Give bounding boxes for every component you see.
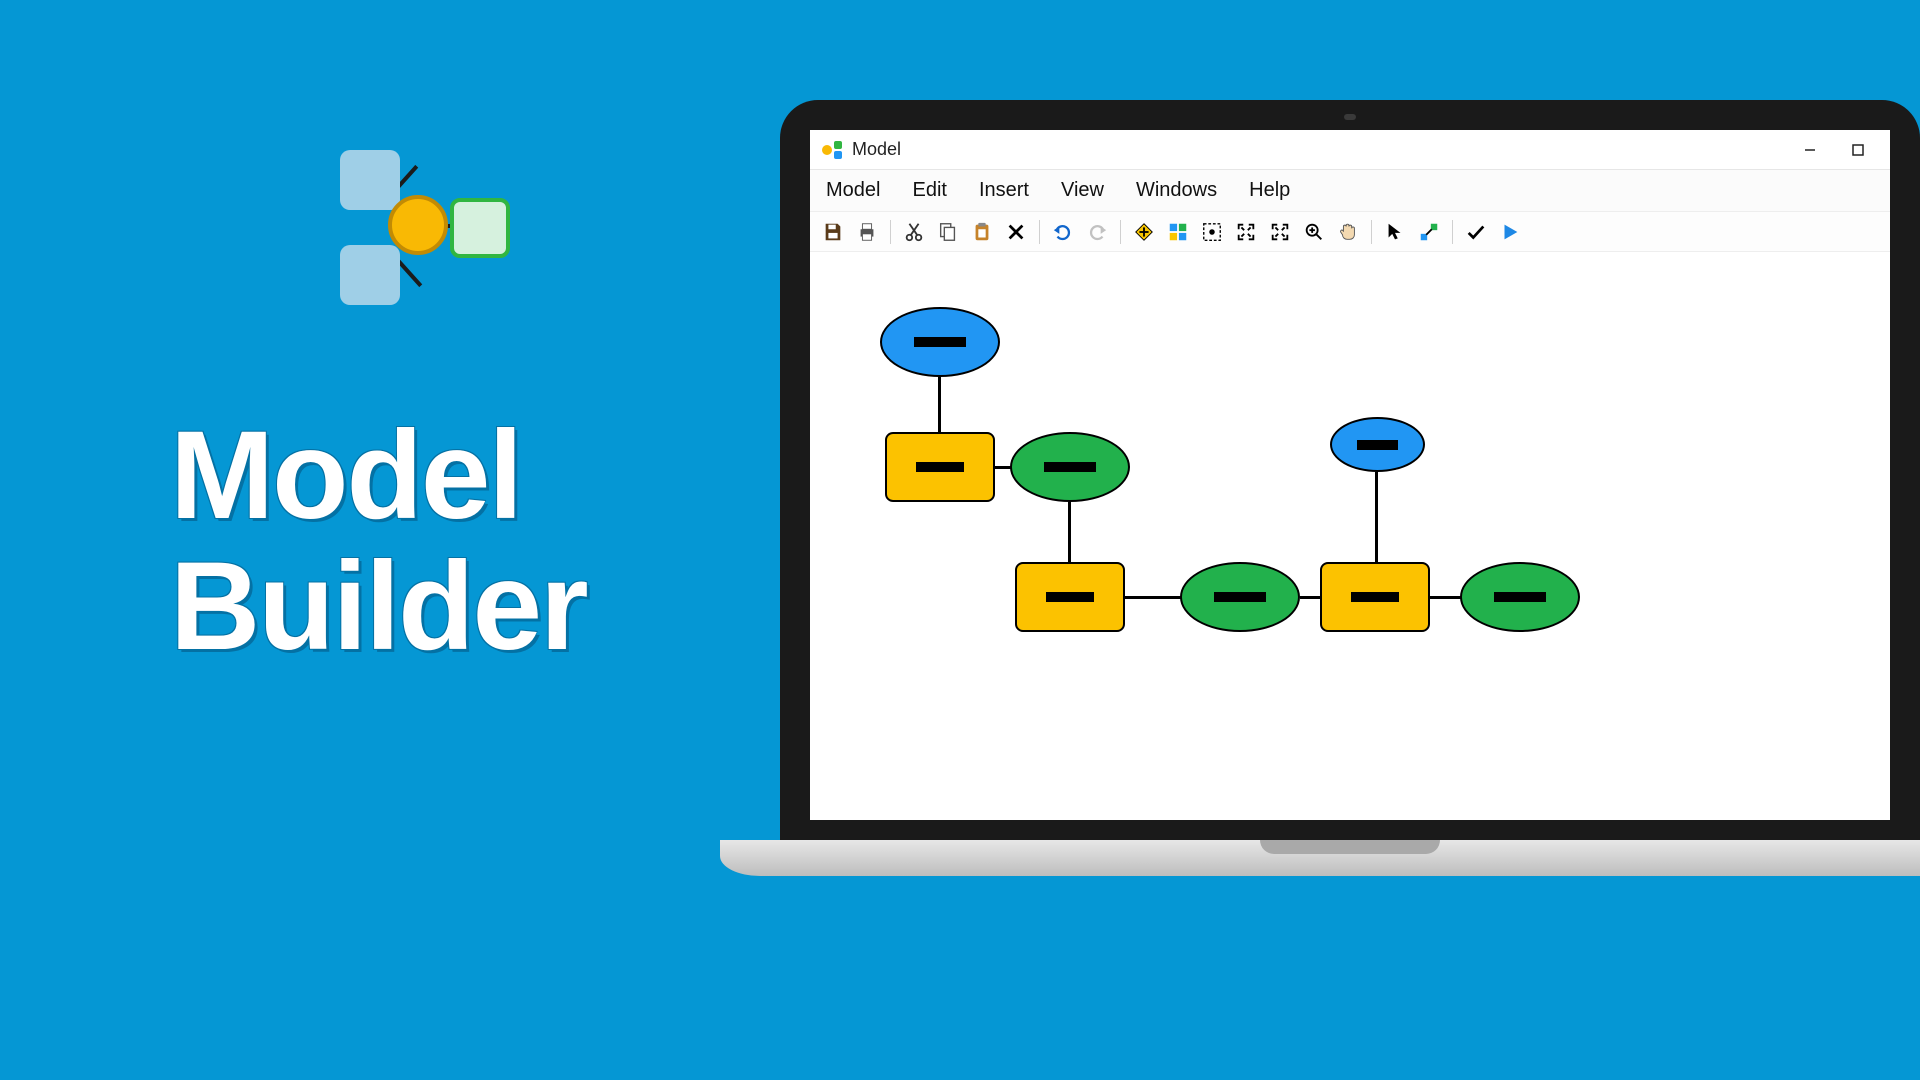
cut-button[interactable]: [899, 217, 929, 247]
undo-button[interactable]: [1048, 217, 1078, 247]
hero-title: Model Builder: [170, 410, 587, 673]
hero: Model Builder: [170, 150, 587, 673]
add-data-button[interactable]: [1129, 217, 1159, 247]
menubar: Model Edit Insert View Windows Help: [810, 170, 1890, 212]
node-label-placeholder: [1046, 592, 1094, 602]
node-label-placeholder: [916, 462, 964, 472]
node-label-placeholder: [1357, 440, 1398, 450]
node-label-placeholder: [914, 337, 966, 347]
zoom-full-button[interactable]: [1265, 217, 1295, 247]
menu-model[interactable]: Model: [826, 179, 880, 202]
node-rect-yellow[interactable]: [885, 432, 995, 502]
full-extent-button[interactable]: [1197, 217, 1227, 247]
laptop-mockup: Model Model Edit Insert View Windows Hel…: [780, 100, 1920, 876]
paste-button[interactable]: [967, 217, 997, 247]
edge[interactable]: [938, 377, 941, 432]
maximize-button[interactable]: [1834, 134, 1882, 166]
laptop-base: [720, 840, 1920, 876]
save-button[interactable]: [818, 217, 848, 247]
node-label-placeholder: [1214, 592, 1266, 602]
node-ellipse-blue[interactable]: [880, 307, 1000, 377]
menu-windows[interactable]: Windows: [1136, 179, 1217, 202]
node-label-placeholder: [1044, 462, 1096, 472]
edge[interactable]: [1068, 502, 1071, 562]
menu-view[interactable]: View: [1061, 179, 1104, 202]
titlebar: Model: [810, 130, 1890, 170]
edge[interactable]: [1125, 596, 1183, 599]
app-icon: [822, 139, 844, 161]
minimize-button[interactable]: [1786, 134, 1834, 166]
menu-edit[interactable]: Edit: [912, 179, 946, 202]
print-button[interactable]: [852, 217, 882, 247]
connect-tool-button[interactable]: [1414, 217, 1444, 247]
auto-layout-button[interactable]: [1163, 217, 1193, 247]
edge[interactable]: [1375, 472, 1378, 562]
node-rect-yellow[interactable]: [1015, 562, 1125, 632]
run-button[interactable]: [1495, 217, 1525, 247]
node-ellipse-blue[interactable]: [1330, 417, 1425, 472]
redo-button[interactable]: [1082, 217, 1112, 247]
window-title: Model: [852, 139, 901, 160]
select-tool-button[interactable]: [1380, 217, 1410, 247]
delete-button[interactable]: [1001, 217, 1031, 247]
model-canvas[interactable]: [810, 252, 1890, 820]
zoom-in-button[interactable]: [1299, 217, 1329, 247]
hero-title-line2: Builder: [170, 541, 587, 672]
node-label-placeholder: [1351, 592, 1399, 602]
hero-title-line1: Model: [170, 410, 587, 541]
node-label-placeholder: [1494, 592, 1546, 602]
zoom-to-selection-button[interactable]: [1231, 217, 1261, 247]
menu-insert[interactable]: Insert: [979, 179, 1029, 202]
edge[interactable]: [1430, 596, 1462, 599]
node-ellipse-green[interactable]: [1010, 432, 1130, 502]
application-window: Model Model Edit Insert View Windows Hel…: [810, 130, 1890, 820]
node-ellipse-green[interactable]: [1460, 562, 1580, 632]
toolbar: [810, 212, 1890, 252]
model-builder-logo-icon: [340, 150, 560, 350]
node-ellipse-green[interactable]: [1180, 562, 1300, 632]
edge[interactable]: [1300, 596, 1322, 599]
validate-button[interactable]: [1461, 217, 1491, 247]
camera-icon: [1344, 114, 1356, 120]
node-rect-yellow[interactable]: [1320, 562, 1430, 632]
copy-button[interactable]: [933, 217, 963, 247]
menu-help[interactable]: Help: [1249, 179, 1290, 202]
pan-button[interactable]: [1333, 217, 1363, 247]
